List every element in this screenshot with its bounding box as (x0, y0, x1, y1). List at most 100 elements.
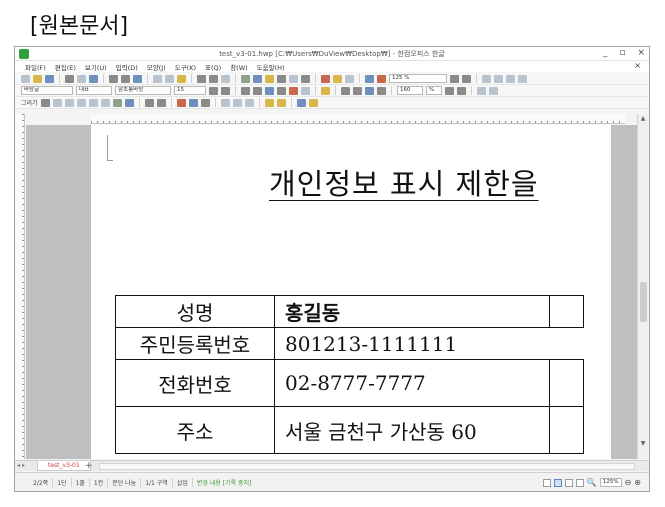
zoom-in-button[interactable]: ⊕ (634, 478, 641, 487)
menu-table[interactable]: 표(Q) (205, 62, 221, 72)
bookmark-icon[interactable] (333, 74, 342, 83)
print-icon[interactable] (65, 74, 74, 83)
align-justify-icon[interactable] (341, 86, 350, 95)
window-split-icon[interactable] (482, 74, 491, 83)
menu-edit[interactable]: 편집(E) (55, 62, 76, 72)
view-page-icon[interactable] (553, 478, 562, 487)
scroll-up-icon[interactable]: ▲ (638, 115, 648, 122)
chart-icon[interactable] (253, 74, 262, 83)
status-track-changes[interactable]: 변경 내용 [기록 중지] (193, 478, 256, 487)
phone-label-cell[interactable]: 전화번호 (115, 359, 275, 407)
picture-icon[interactable] (265, 74, 274, 83)
line-tool-icon[interactable] (40, 98, 50, 107)
wrap-icon[interactable] (296, 98, 306, 107)
font-color-icon[interactable] (289, 86, 298, 95)
scroll-down-icon[interactable]: ▼ (638, 440, 648, 447)
shadow-icon[interactable] (276, 98, 286, 107)
paste-icon[interactable] (177, 74, 186, 83)
open-folder-icon[interactable] (33, 74, 42, 83)
group-icon[interactable] (144, 98, 154, 107)
para-shape-icon[interactable] (209, 74, 218, 83)
status-zoom-combo[interactable]: 125% (599, 478, 622, 487)
zoom-in-icon[interactable] (462, 74, 471, 83)
menu-tools[interactable]: 도구(K) (175, 62, 196, 72)
view-web-icon[interactable] (564, 478, 573, 487)
zoom-out-button[interactable]: ⊖ (625, 478, 632, 487)
arc-tool-icon[interactable] (76, 98, 86, 107)
rect-tool-icon[interactable] (52, 98, 62, 107)
memo-icon[interactable] (321, 74, 330, 83)
char-shape-icon[interactable] (197, 74, 206, 83)
line-spacing-unit[interactable]: % (426, 86, 442, 95)
window-arrange-icon[interactable] (494, 74, 503, 83)
line-style-icon[interactable] (200, 98, 210, 107)
document-close-button[interactable]: × (634, 61, 641, 70)
view-mode-icon[interactable] (365, 74, 374, 83)
align-right-icon[interactable] (377, 86, 386, 95)
vertical-ruler[interactable] (15, 114, 25, 459)
window-cascade-icon[interactable] (506, 74, 515, 83)
horizontal-ruler[interactable] (91, 114, 625, 124)
rrn-label-cell[interactable]: 주민등록번호 (115, 327, 275, 360)
new-doc-icon[interactable] (21, 74, 30, 83)
zoom-search-icon[interactable]: 🔍 (587, 478, 597, 487)
align-objects-icon[interactable] (232, 98, 242, 107)
language-combo[interactable]: 대표 (76, 86, 112, 95)
bold-icon[interactable] (241, 86, 250, 95)
align-left-icon[interactable] (353, 86, 362, 95)
fill-color-icon[interactable] (188, 98, 198, 107)
menu-insert[interactable]: 입력(D) (116, 62, 138, 72)
document-title[interactable]: 개인정보 표시 제한을 (269, 161, 539, 203)
arrange-icon[interactable] (220, 98, 230, 107)
view-normal-icon[interactable] (542, 478, 551, 487)
highlight-icon[interactable] (301, 86, 310, 95)
copy-format-icon[interactable] (89, 74, 98, 83)
minimize-button[interactable]: _ (603, 48, 608, 58)
extra-cell[interactable] (549, 295, 584, 328)
horizontal-scrollbar[interactable] (99, 463, 635, 470)
size-down-icon[interactable] (221, 86, 230, 95)
extra-cell[interactable] (549, 406, 584, 454)
spacing-up-icon[interactable] (457, 86, 466, 95)
numbering-icon[interactable] (489, 86, 498, 95)
close-button[interactable]: × (637, 48, 645, 58)
vertical-scrollbar[interactable]: ▲ ▼ (637, 114, 648, 459)
underline-icon[interactable] (265, 86, 274, 95)
address-value-cell[interactable]: 서울 금천구 가산동 60 (274, 406, 550, 454)
font-combo[interactable]: 함초롬바탕 (115, 86, 171, 95)
address-label-cell[interactable]: 주소 (115, 406, 275, 454)
bullets-icon[interactable] (477, 86, 486, 95)
find-icon[interactable] (133, 74, 142, 83)
full-screen-icon[interactable] (377, 74, 386, 83)
zoom-combo[interactable]: 125 % (389, 74, 447, 83)
italic-icon[interactable] (253, 86, 262, 95)
line-color-icon[interactable] (176, 98, 186, 107)
hanja-icon[interactable] (277, 74, 286, 83)
polygon-tool-icon[interactable] (88, 98, 98, 107)
preview-icon[interactable] (77, 74, 86, 83)
textbox-tool-icon[interactable] (112, 98, 122, 107)
view-outline-icon[interactable] (575, 478, 584, 487)
hyperlink-icon[interactable] (345, 74, 354, 83)
tab-nav-arrows-icon[interactable]: ◂▸ (17, 462, 27, 469)
effects-icon[interactable] (308, 98, 318, 107)
style-icon[interactable] (221, 74, 230, 83)
spacing-down-icon[interactable] (445, 86, 454, 95)
window-tile-icon[interactable] (518, 74, 527, 83)
name-label-cell[interactable]: 성명 (115, 295, 275, 328)
phone-value-cell[interactable]: 02-8777-7777 (274, 359, 550, 407)
cut-icon[interactable] (153, 74, 162, 83)
undo-icon[interactable] (109, 74, 118, 83)
tab-test-v3-01[interactable]: test_v3-01 (37, 461, 91, 471)
status-mode[interactable]: 삽입 (173, 478, 193, 487)
shape-color-icon[interactable] (264, 98, 274, 107)
rotate-icon[interactable] (244, 98, 254, 107)
name-value-cell[interactable]: 홍길동 (274, 295, 550, 328)
document-page[interactable]: 개인정보 표시 제한을 성명 홍길동 주민등록번호 801213-1111111… (91, 125, 611, 459)
size-up-icon[interactable] (209, 86, 218, 95)
font-size-combo[interactable]: 15 (174, 86, 206, 95)
copy-icon[interactable] (165, 74, 174, 83)
line-spacing-combo[interactable]: 160 (397, 86, 423, 95)
scroll-thumb[interactable] (640, 282, 647, 322)
extra-cell[interactable] (549, 359, 584, 407)
